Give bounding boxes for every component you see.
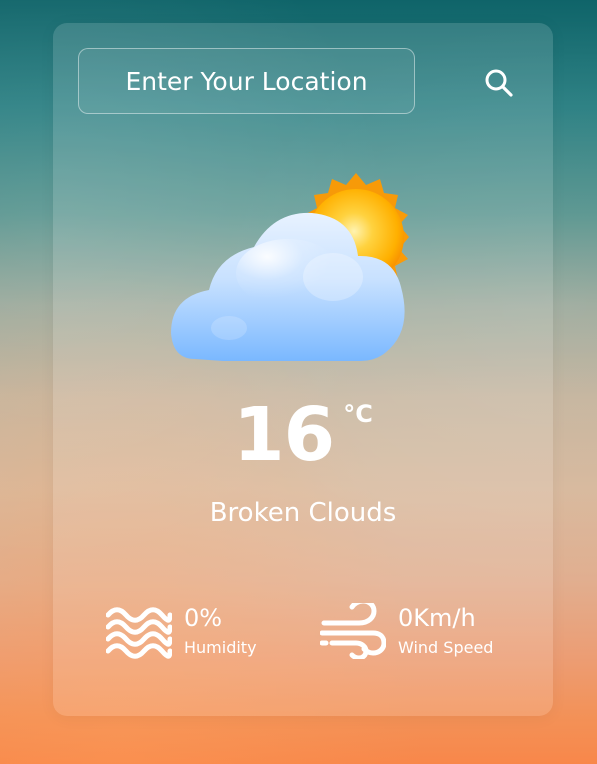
location-input[interactable] (79, 49, 414, 113)
wind-metric: 0Km/h Wind Speed (320, 603, 493, 659)
temperature-display: 16 °C (53, 398, 553, 472)
humidity-text: 0% Humidity (184, 603, 257, 659)
wind-icon (320, 603, 386, 659)
wind-label: Wind Speed (398, 638, 494, 657)
waves-icon (106, 607, 172, 659)
wind-text: 0Km/h Wind Speed (398, 603, 493, 659)
partly-cloudy-icon (171, 169, 437, 369)
location-search-box (78, 48, 415, 114)
humidity-label: Humidity (184, 638, 257, 657)
search-icon (485, 69, 513, 97)
weather-condition: Broken Clouds (209, 498, 397, 528)
weather-card: 16 °C Broken Clouds 0% Humidity 0Km/h Wi… (53, 23, 553, 716)
temperature-value: 16 (233, 392, 335, 478)
humidity-value: 0% (184, 604, 223, 632)
search-button[interactable] (477, 61, 521, 105)
temperature-unit: °C (343, 400, 373, 428)
wind-value: 0Km/h (398, 604, 476, 632)
humidity-metric: 0% Humidity (106, 603, 257, 659)
